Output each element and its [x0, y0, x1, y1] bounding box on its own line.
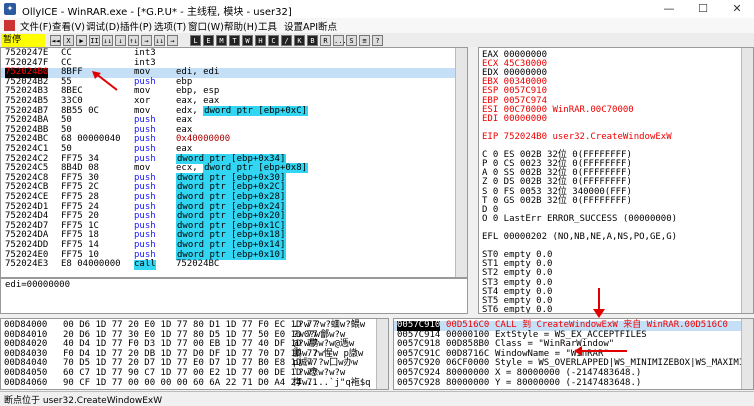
toolbar-button[interactable]: ...	[333, 35, 347, 46]
disasm-memory-operand: dword ptr [ebp+0x34]	[176, 153, 287, 164]
disasm-memory-operand: dword ptr [ebp+0x10]	[176, 249, 287, 260]
menu-options[interactable]: 选项(T)	[154, 19, 186, 33]
menu-bar: 文件(F) 查看(V) 调试(D) 插件(P) 选项(T) 窗口(W) 帮助(H…	[0, 18, 754, 34]
disasm-memory-operand: dword ptr [ebp+0xC]	[203, 105, 309, 116]
status-bar: 断点位于 user32.CreateWindowExW	[0, 391, 754, 406]
stack-row[interactable]: 0057C928 80000000 Y = 80000000 (-214748364…	[394, 377, 742, 389]
disasm-mnemonic: call	[134, 259, 156, 270]
toolbar-button[interactable]: M	[216, 35, 227, 46]
status-paused: 暂停	[1, 34, 45, 47]
dump-hex: 90 CF 1D 77 00 00 00 00 60 6A 22 71 D0 A…	[63, 377, 318, 388]
toolbar-button[interactable]: ≡	[359, 35, 370, 46]
toolbar-button[interactable]: S	[346, 35, 357, 46]
annotation-arrow-icon	[593, 288, 605, 318]
toolbar-button[interactable]: ↑↓	[128, 35, 139, 46]
disasm-memory-operand: dword ptr [ebp+0x18]	[176, 230, 287, 241]
menu-set-api-breakpoint[interactable]: 设置API断点	[284, 19, 337, 33]
menu-file[interactable]: 文件(F)	[20, 19, 52, 33]
disasm-row[interactable]: 752024E3 E8 04000000 call 752024BC	[1, 260, 467, 270]
stack-comment: Y = 80000000 (-2147483648.)	[495, 377, 642, 388]
disasm-memory-operand: dword ptr [ebp+0x2C]	[176, 182, 287, 193]
register-row[interactable]: ST6 empty 0.0	[482, 305, 552, 313]
toolbar-button[interactable]: T	[229, 35, 240, 46]
toolbar-button[interactable]: L	[190, 35, 201, 46]
disasm-memory-operand: dword ptr [ebp+0x20]	[176, 211, 287, 222]
menu-plugins[interactable]: 插件(P)	[120, 19, 152, 33]
toolbar-button[interactable]: ↓	[115, 35, 126, 46]
register-row[interactable]: EFL 00000202 (NO,NB,NE,A,NS,PO,GE,G)	[482, 232, 677, 242]
toolbar-button[interactable]: ↓↓	[154, 35, 165, 46]
disasm-memory-operand: dword ptr [ebp+0x24]	[176, 201, 287, 212]
disasm-immediate: 0x40000000	[176, 134, 231, 145]
toolbar-button[interactable]: X	[63, 35, 74, 46]
menu-debug[interactable]: 调试(D)	[86, 19, 120, 33]
disassembly-scrollbar[interactable]	[455, 48, 467, 277]
disasm-operand: edx, dword ptr [ebp+0xC]	[176, 105, 309, 116]
disassembly-pane[interactable]: 7520247E CC int3 7520247F CC int3 752024B0 8BFF…	[0, 47, 468, 278]
dump-scrollbar[interactable]	[376, 319, 388, 389]
disasm-operand: 752024BC	[176, 259, 220, 270]
register-row[interactable]: O 0 LastErr ERROR_SUCCESS (00000000)	[482, 214, 677, 224]
dump-address: 00D84060	[4, 377, 48, 388]
close-button[interactable]: ✕	[720, 0, 754, 18]
toolbar-button[interactable]: ?	[372, 35, 383, 46]
window-title: OllyICE - WinRAR.exe - [*G.P.U* - 主线程, 模…	[22, 7, 292, 18]
title-bar: ✦ OllyICE - WinRAR.exe - [*G.P.U* - 主线程,…	[0, 0, 754, 19]
menu-app-icon	[4, 20, 15, 31]
toolbar-button[interactable]: II	[89, 35, 100, 46]
app-icon: ✦	[4, 3, 16, 15]
toolbar-button[interactable]: B	[307, 35, 318, 46]
stack-scrollbar[interactable]	[741, 319, 753, 389]
stack-value: 80000000	[446, 377, 490, 388]
disasm-address: 752024E3	[5, 259, 49, 270]
register-row[interactable]: EIP 752024B0 user32.CreateWindowExW	[482, 132, 672, 142]
memory-dump-pane[interactable]: 00D84000 00 D6 1D 77 20 E0 1D 77 80 D1 1D…	[0, 318, 389, 390]
toolbar-button[interactable]: E	[203, 35, 214, 46]
toolbar-button[interactable]: K	[294, 35, 305, 46]
stack-address: 0057C928	[397, 377, 441, 388]
annotation-arrow-icon	[92, 71, 118, 91]
registers-scrollbar[interactable]	[741, 48, 753, 313]
pane-splitter[interactable]	[468, 47, 478, 314]
toolbar-button[interactable]: H	[255, 35, 266, 46]
toolbar-button[interactable]: C	[268, 35, 279, 46]
annotation-arrow-icon	[574, 346, 627, 356]
toolbar-button[interactable]: →	[141, 35, 152, 46]
menu-window[interactable]: 窗口(W)	[188, 19, 224, 33]
menu-help[interactable]: 帮助(H)	[224, 19, 258, 33]
toolbar-button[interactable]: /	[281, 35, 292, 46]
disasm-memory-operand: dword ptr [ebp+0x8]	[203, 163, 309, 174]
disasm-memory-operand: dword ptr [ebp+0x1C]	[176, 220, 287, 231]
dump-ascii: 惸w....`j"q袘$q	[293, 377, 371, 388]
menu-view[interactable]: 查看(V)	[52, 19, 85, 33]
toolbar-button[interactable]: R	[320, 35, 331, 46]
toolbar-button[interactable]: ↓↓	[102, 35, 113, 46]
info-text: edi=00000000	[5, 280, 71, 290]
disasm-memory-operand: dword ptr [ebp+0x30]	[176, 172, 287, 183]
disasm-memory-operand: dword ptr [ebp+0x14]	[176, 240, 287, 250]
toolbar-button[interactable]: ◄◄	[50, 35, 61, 46]
register-row[interactable]: T 0 GS 002B 32位 0(FFFFFFFF)	[482, 196, 632, 206]
disasm-memory-operand: dword ptr [ebp+0x28]	[176, 192, 287, 202]
minimize-button[interactable]: —	[652, 0, 686, 18]
menu-tools[interactable]: 工具	[258, 19, 277, 33]
toolbar-button[interactable]: ▶	[76, 35, 87, 46]
register-row[interactable]: EDI 00000000	[482, 114, 547, 124]
toolbar-button[interactable]: →	[167, 35, 178, 46]
status-text: 断点位于 user32.CreateWindowExW	[4, 396, 163, 406]
registers-pane[interactable]: EAX 00000000 ECX 45C30000 EDX 00000000 EBX …	[478, 47, 754, 314]
maximize-button[interactable]: ☐	[686, 0, 720, 18]
info-pane: edi=00000000	[0, 278, 468, 314]
disasm-hex: E8 04000000	[61, 259, 121, 270]
toolbar-button[interactable]: W	[242, 35, 253, 46]
